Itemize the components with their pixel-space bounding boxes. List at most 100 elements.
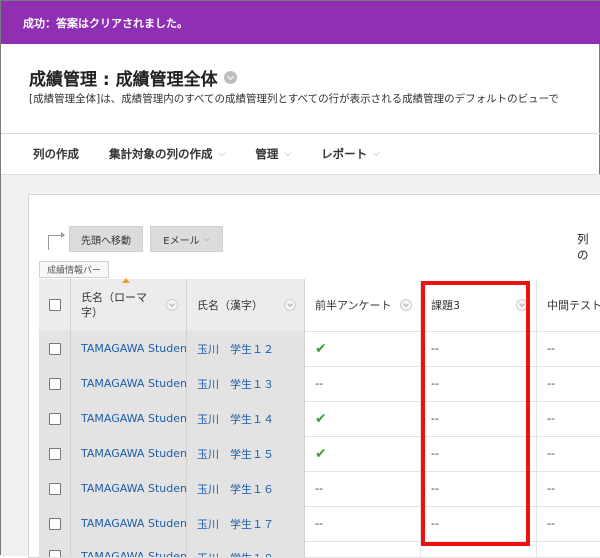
student-kanji-link[interactable]: 玉川 学生１５ [197, 446, 274, 462]
grade-value: -- [431, 342, 439, 355]
column-header-midterm[interactable]: 中間テスト [537, 279, 600, 331]
checkmark-icon: ✔ [315, 445, 327, 462]
row-checkbox[interactable] [48, 342, 61, 355]
cell-task3[interactable]: -- [421, 366, 537, 401]
column-header-survey[interactable]: 前半アンケート [305, 279, 421, 331]
create-column-button[interactable]: 列の作成 [33, 146, 79, 162]
cell-romaji: TAMAGAWA Studen [71, 331, 187, 366]
move-to-top-button[interactable]: 先頭へ移動 [69, 226, 143, 252]
student-kanji-link[interactable]: 玉川 学生１８ [197, 550, 274, 557]
column-header-label: 氏名（ローマ字） [81, 291, 147, 319]
email-label: Eメール [163, 235, 200, 247]
column-header-romaji[interactable]: 氏名（ローマ字） [71, 278, 187, 331]
email-button[interactable]: Eメール ⌵ [150, 226, 223, 252]
create-column-label: 列の作成 [33, 147, 79, 161]
page-title: 成績管理 : 成績管理全体 [29, 65, 237, 90]
student-kanji-link[interactable]: 玉川 学生１６ [197, 481, 274, 497]
student-kanji-link[interactable]: 玉川 学生１７ [197, 516, 274, 532]
student-romaji-link[interactable]: TAMAGAWA Studen [81, 447, 186, 460]
chevron-down-icon[interactable] [284, 299, 296, 311]
success-banner: 成功：答案はクリアされました。 [1, 1, 600, 44]
row-select-cell [39, 506, 71, 541]
page-description: [成績管理全体]は、成績管理内のすべての成績管理列とすべての行が表示される成績管… [29, 93, 559, 105]
cell-survey[interactable]: ✔ [305, 331, 421, 366]
checkmark-icon: ✔ [315, 340, 327, 357]
chevron-down-icon[interactable] [516, 299, 528, 311]
student-kanji-link[interactable]: 玉川 学生１４ [197, 411, 274, 427]
cell-midterm[interactable]: -- [537, 436, 600, 471]
table-header-row: 氏名（ローマ字） 氏名（漢字） 前半アンケート 課題3 中間テスト [39, 278, 600, 332]
cell-survey[interactable]: -- [305, 366, 421, 401]
reports-menu[interactable]: レポート ⌵ [321, 146, 380, 162]
row-select-cell [39, 471, 71, 506]
create-calc-column-menu[interactable]: 集計対象の列の作成 ⌵ [109, 146, 225, 162]
column-header-label: 前半アンケート [315, 299, 392, 312]
chevron-down-icon: ⌵ [284, 149, 292, 159]
student-romaji-link[interactable]: TAMAGAWA Studen [81, 550, 186, 557]
cell-survey[interactable]: ✔ [305, 401, 421, 436]
cell-romaji: TAMAGAWA Studen [71, 506, 187, 541]
table-row: TAMAGAWA Studen 玉川 学生１６ -- -- -- [39, 471, 600, 507]
chevron-down-icon[interactable] [400, 299, 412, 311]
select-all-cell [39, 279, 71, 331]
grade-value: -- [431, 482, 439, 495]
student-romaji-link[interactable]: TAMAGAWA Studen [81, 377, 186, 390]
row-checkbox[interactable] [48, 550, 61, 557]
grade-value: -- [547, 447, 555, 460]
student-kanji-link[interactable]: 玉川 学生１３ [197, 376, 274, 392]
grade-value: -- [315, 517, 323, 530]
reports-label: レポート [321, 147, 368, 161]
column-header-kanji[interactable]: 氏名（漢字） [187, 279, 305, 331]
manage-label: 管理 [255, 147, 279, 161]
row-checkbox[interactable] [48, 482, 61, 495]
cell-survey[interactable]: ✔ [305, 436, 421, 471]
chevron-down-icon[interactable] [166, 299, 178, 311]
manage-menu[interactable]: 管理 ⌵ [255, 146, 291, 162]
student-romaji-link[interactable]: TAMAGAWA Studen [81, 482, 186, 495]
table-row: TAMAGAWA Studen 玉川 学生１３ -- -- -- [39, 366, 600, 402]
row-checkbox[interactable] [48, 412, 61, 425]
column-header-task3[interactable]: 課題3 [421, 279, 537, 331]
grade-value: -- [431, 412, 439, 425]
student-romaji-link[interactable]: TAMAGAWA Studen [81, 412, 186, 425]
student-romaji-link[interactable]: TAMAGAWA Studen [81, 342, 186, 355]
cell-romaji: TAMAGAWA Studen [71, 401, 187, 436]
cell-midterm[interactable]: -- [537, 471, 600, 506]
cell-survey[interactable]: -- [305, 506, 421, 541]
cell-kanji: 玉川 学生１４ [187, 401, 305, 436]
column-header-label: 氏名（漢字） [197, 299, 263, 312]
grade-value: -- [547, 342, 555, 355]
cell-task3[interactable]: -- [421, 331, 537, 366]
table-row: TAMAGAWA Studen 玉川 学生１５ ✔ -- -- [39, 436, 600, 472]
cell-task3[interactable]: -- [421, 436, 537, 471]
student-kanji-link[interactable]: 玉川 学生１２ [197, 341, 274, 357]
cell-midterm[interactable]: -- [537, 366, 600, 401]
student-romaji-link[interactable]: TAMAGAWA Studen [81, 517, 186, 530]
cell-midterm[interactable]: -- [537, 506, 600, 541]
success-message: 成功：答案はクリアされました。 [23, 16, 188, 30]
selection-arrow-icon [48, 232, 65, 250]
cell-survey[interactable]: -- [305, 471, 421, 506]
cell-task3[interactable]: -- [421, 506, 537, 541]
grade-value: -- [431, 517, 439, 530]
select-all-checkbox[interactable] [48, 299, 61, 311]
grade-value: -- [547, 517, 555, 530]
row-checkbox[interactable] [48, 517, 61, 530]
cell-midterm[interactable]: -- [537, 401, 600, 436]
cell-task3[interactable]: -- [421, 401, 537, 436]
row-checkbox[interactable] [48, 377, 61, 390]
row-select-cell [39, 401, 71, 436]
chevron-down-icon[interactable] [223, 71, 237, 84]
cell-kanji: 玉川 学生１３ [187, 366, 305, 401]
cell-midterm[interactable]: -- [537, 331, 600, 366]
cell-task3[interactable]: -- [421, 471, 537, 506]
chevron-down-icon: ⌵ [203, 234, 210, 243]
grade-value: -- [431, 377, 439, 390]
row-checkbox[interactable] [48, 447, 61, 460]
row-select-cell [39, 366, 71, 401]
move-to-top-label: 先頭へ移動 [81, 235, 131, 247]
table-row: TAMAGAWA Studen 玉川 学生１７ -- -- -- [39, 506, 600, 542]
column-header-label: 課題3 [431, 299, 460, 312]
cell-kanji: 玉川 学生１２ [187, 331, 305, 366]
row-select-cell [39, 331, 71, 366]
